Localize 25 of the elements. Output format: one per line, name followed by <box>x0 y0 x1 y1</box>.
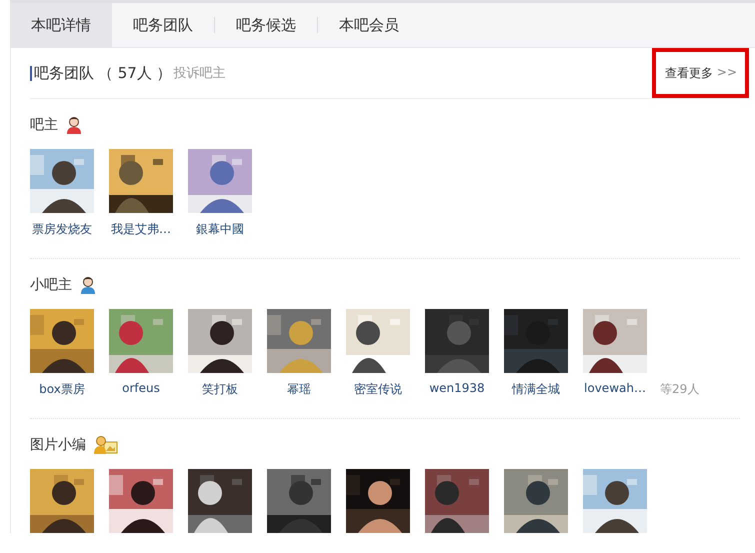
group-title: 图片小编 <box>30 436 86 454</box>
tab[interactable]: 本吧会员 <box>318 3 420 47</box>
view-more-link[interactable]: 查看更多 >> <box>664 64 737 82</box>
tab[interactable]: 本吧详情 <box>10 3 112 47</box>
group-title: 小吧主 <box>30 276 72 294</box>
member-name[interactable]: 密室传说 <box>354 381 402 398</box>
member-count: （ 57人 ） <box>98 64 172 82</box>
member-name[interactable]: orfeus <box>122 381 160 395</box>
member-name[interactable]: wen1938 <box>429 381 485 395</box>
more-count: 等29人 <box>660 381 700 398</box>
user-icon <box>80 276 96 294</box>
member-name[interactable]: box票房 <box>39 381 85 398</box>
tab[interactable]: 吧务候选 <box>215 3 317 47</box>
member-name[interactable]: 我是艾弗… <box>111 221 171 238</box>
member-name[interactable]: 情满全城 <box>512 381 560 398</box>
user-icon <box>66 116 82 134</box>
section-title: 吧务团队 <box>30 66 94 80</box>
member-name[interactable]: 幂瑶 <box>287 381 311 398</box>
member-name[interactable]: 銀幕中國 <box>196 221 244 238</box>
tab[interactable]: 吧务团队 <box>112 3 214 47</box>
user-picture-icon <box>94 435 118 455</box>
member-name[interactable]: 票房发烧友 <box>32 221 92 238</box>
group-title: 吧主 <box>30 116 58 134</box>
member-name[interactable]: 笑打板 <box>202 381 238 398</box>
member-name[interactable]: lovewah… <box>584 381 646 395</box>
